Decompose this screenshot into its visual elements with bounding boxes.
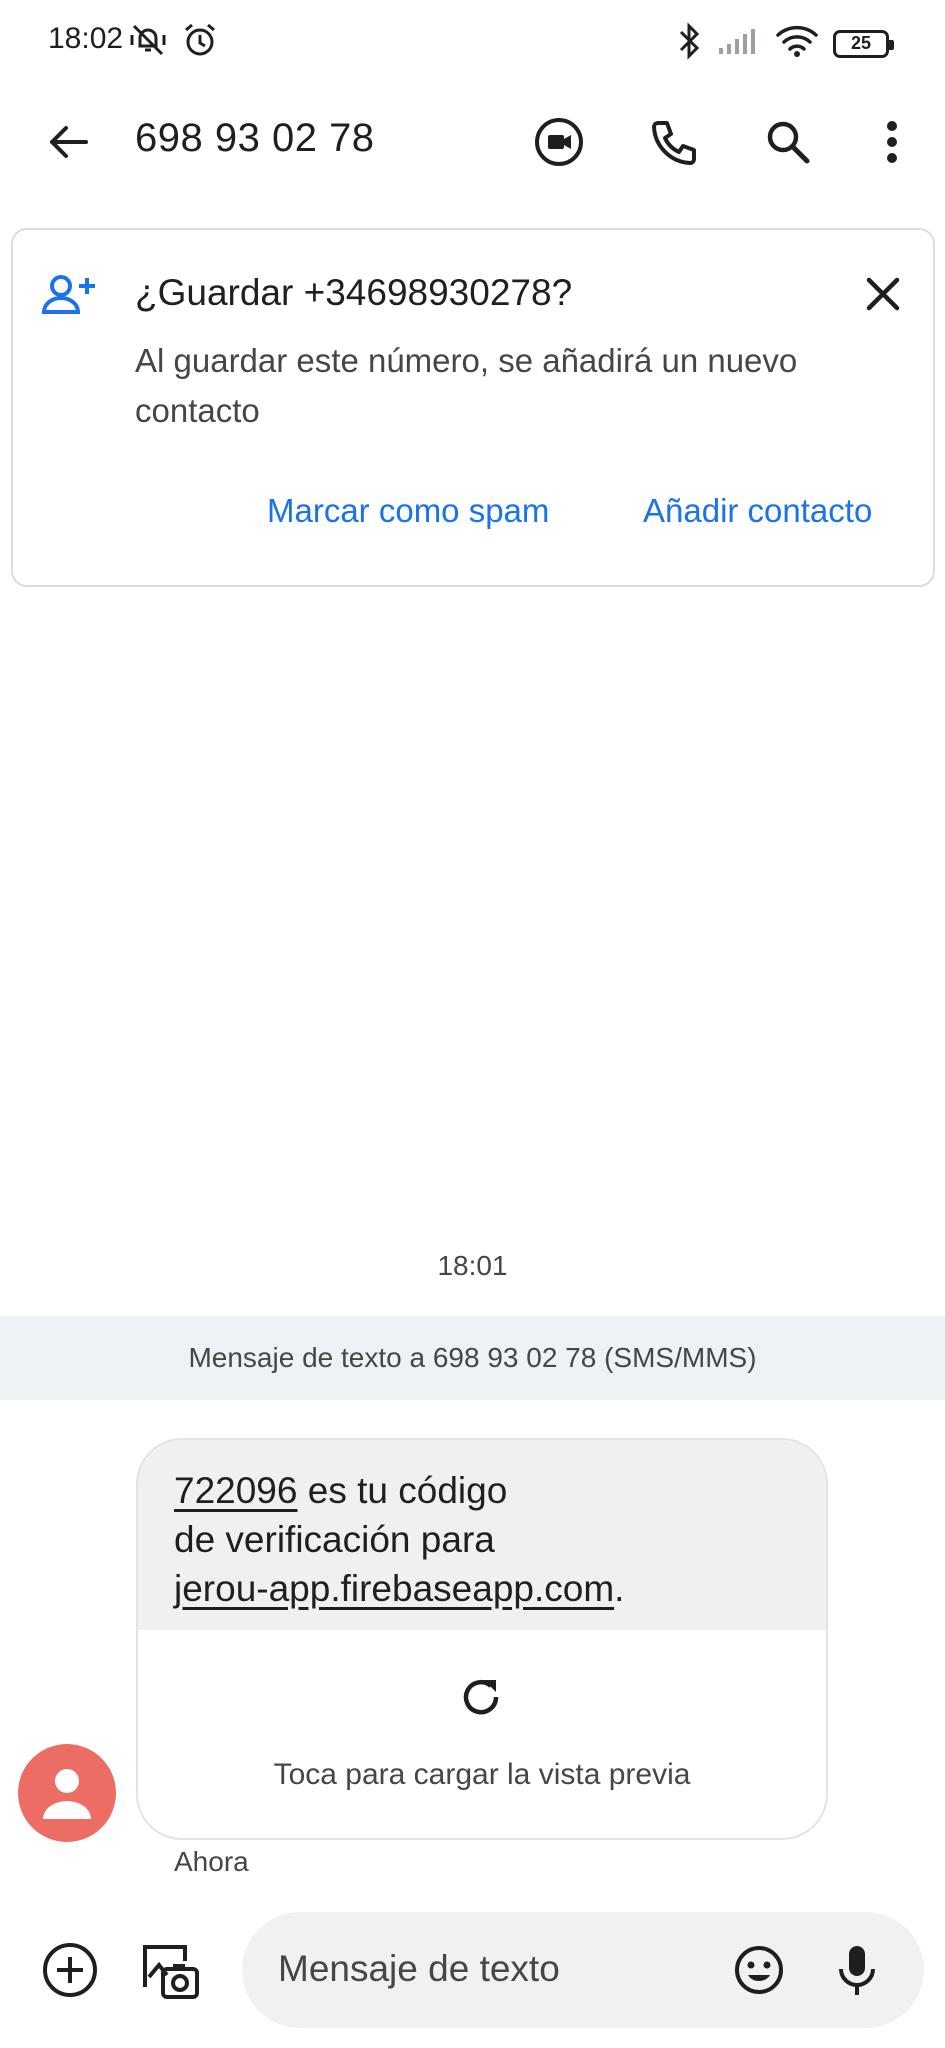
message-text: 722096 es tu código de verificación para… (138, 1440, 826, 1630)
mute-vibrate-icon (128, 20, 168, 65)
status-bar: 18:02 25 (0, 0, 945, 82)
alarm-icon (180, 20, 220, 65)
back-button[interactable] (36, 110, 100, 174)
avatar[interactable] (18, 1744, 116, 1842)
message-input-placeholder: Mensaje de texto (278, 1948, 560, 1989)
link-preview[interactable]: Toca para cargar la vista previa (138, 1630, 826, 1838)
load-preview-label: Toca para cargar la vista previa (273, 1758, 691, 1791)
gallery-button[interactable] (136, 1938, 204, 2006)
attach-button[interactable] (38, 1938, 102, 2002)
phone-icon (652, 121, 696, 165)
photo-camera-icon (143, 1945, 199, 1999)
search-button[interactable] (754, 108, 822, 176)
dismiss-card-button[interactable] (855, 266, 911, 322)
conversation-timestamp: 18:01 (437, 1250, 508, 1281)
status-right-icons: 25 (677, 22, 894, 65)
mark-spam-button[interactable]: Marcar como spam (267, 492, 549, 530)
save-contact-title: ¿Guardar +34698930278? (135, 272, 573, 313)
message-bubble[interactable]: 722096 es tu código de verificación para… (136, 1438, 828, 1840)
message-period: . (614, 1568, 625, 1609)
status-left-icons (128, 20, 220, 65)
add-contact-button[interactable]: Añadir contacto (643, 492, 872, 530)
bluetooth-icon (677, 22, 703, 65)
person-add-icon (41, 272, 99, 323)
emoji-button[interactable] (729, 1940, 789, 2000)
refresh-icon (458, 1674, 504, 1725)
verification-code[interactable]: 722096 (174, 1470, 297, 1511)
save-contact-card: ¿Guardar +34698930278? Al guardar este n… (11, 228, 935, 587)
message-link[interactable]: jerou-app.firebaseapp.com (174, 1568, 614, 1609)
more-options-button[interactable] (858, 108, 926, 176)
video-call-button[interactable] (525, 108, 593, 176)
app-bar: 698 93 02 78 (0, 82, 945, 198)
sms-mode-banner: Mensaje de texto a 698 93 02 78 (SMS/MMS… (0, 1316, 945, 1400)
message-input[interactable]: Mensaje de texto (242, 1912, 924, 2028)
search-icon (767, 121, 810, 164)
signal-icon (717, 26, 761, 61)
add-circle-icon (43, 1943, 97, 1997)
battery-icon: 25 (833, 29, 894, 58)
video-call-icon (535, 118, 583, 166)
microphone-icon (839, 1946, 875, 1995)
save-contact-description: Al guardar este número, se añadirá un nu… (135, 342, 798, 429)
message-line-2: de verificación para (174, 1519, 495, 1560)
more-vert-icon (887, 121, 897, 163)
voice-input-button[interactable] (827, 1940, 887, 2000)
close-icon (866, 277, 900, 311)
emoji-icon (735, 1946, 783, 1994)
conversation-title: 698 93 02 78 (135, 116, 375, 160)
message-time: Ahora (174, 1846, 249, 1877)
status-time: 18:02 (48, 22, 124, 55)
message-line-1: es tu código (297, 1470, 508, 1511)
wifi-icon (775, 24, 819, 63)
person-icon (43, 1769, 91, 1819)
phone-call-button[interactable] (641, 108, 709, 176)
back-arrow-icon (50, 126, 88, 158)
